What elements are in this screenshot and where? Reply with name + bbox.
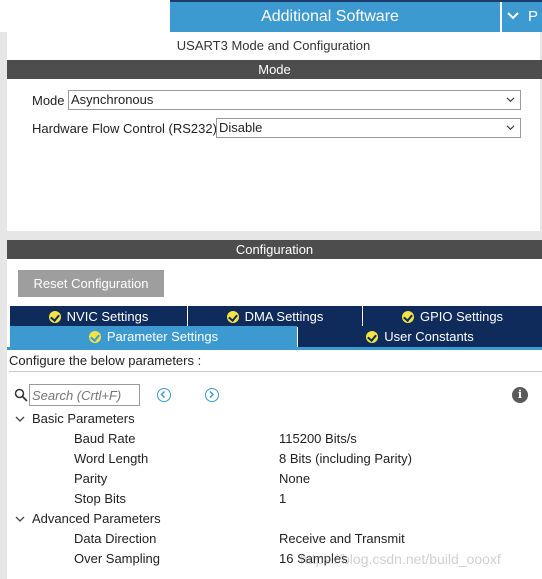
parameter-value[interactable]: 8 Bits (including Parity) [279, 449, 412, 469]
parameter-value[interactable]: 115200 Bits/s [279, 429, 357, 449]
tab-label: DMA Settings [244, 309, 324, 324]
table-row[interactable]: Parity None [0, 469, 542, 489]
tab-user-constants[interactable]: User Constants [298, 326, 542, 347]
group-label: Basic Parameters [32, 411, 135, 426]
tab-label: Parameter Settings [106, 329, 219, 344]
tab-label: NVIC Settings [66, 309, 149, 324]
parameter-value[interactable]: Receive and Transmit [279, 529, 405, 549]
configure-instructions: Configure the below parameters : [9, 352, 542, 372]
parameter-name: Baud Rate [74, 431, 136, 446]
flow-control-select[interactable]: Disable [216, 118, 521, 138]
additional-software-title[interactable]: Additional Software [170, 2, 490, 32]
parameter-value[interactable]: 1 [279, 489, 286, 509]
check-icon [48, 311, 61, 323]
advanced-parameters-group[interactable]: Advanced Parameters [0, 509, 542, 529]
group-label: Advanced Parameters [32, 511, 161, 526]
table-row[interactable]: Word Length 8 Bits (including Parity) [0, 449, 542, 469]
tab-parameter-settings[interactable]: Parameter Settings [10, 326, 297, 347]
top-header: Additional Software P [0, 0, 542, 32]
mode-select[interactable]: Asynchronous [68, 90, 521, 110]
peripheral-mode-title: USART3 Mode and Configuration [176, 38, 371, 53]
mode-section-bar[interactable]: Mode [7, 60, 542, 79]
table-row[interactable]: Stop Bits 1 [0, 489, 542, 509]
table-row[interactable]: Baud Rate 115200 Bits/s [0, 429, 542, 449]
configuration-section-bar[interactable]: Configuration [7, 240, 542, 259]
check-icon [88, 331, 101, 343]
parameter-name: Word Length [74, 451, 149, 466]
flow-control-value: Disable [219, 120, 263, 135]
tab-nvic-settings[interactable]: NVIC Settings [10, 306, 187, 327]
section-divider [7, 231, 542, 240]
chevron-down-icon[interactable] [507, 2, 519, 32]
chevron-down-icon [506, 125, 515, 131]
parameter-value[interactable]: None [279, 469, 310, 489]
search-previous-button[interactable] [157, 388, 171, 402]
parameter-name: Parity [74, 471, 108, 486]
mode-label: Mode [32, 93, 65, 108]
search-next-button[interactable] [205, 388, 219, 402]
pinout-label[interactable]: P [528, 2, 538, 32]
chevron-right-icon [209, 390, 215, 399]
tab-dma-settings[interactable]: DMA Settings [188, 306, 362, 327]
basic-parameters-group[interactable]: Basic Parameters [0, 409, 542, 429]
info-icon[interactable]: i [512, 387, 528, 403]
tab-label: User Constants [384, 329, 474, 344]
chevron-left-icon [160, 390, 166, 399]
table-row[interactable]: Data Direction Receive and Transmit [0, 529, 542, 549]
search-input[interactable] [29, 384, 140, 406]
check-icon [226, 311, 239, 323]
watermark: https://blog.csdn.net/build_oooxf [300, 551, 501, 567]
reset-configuration-button[interactable]: Reset Configuration [18, 270, 164, 297]
search-icon[interactable] [14, 388, 28, 402]
parameter-name: Data Direction [74, 531, 157, 546]
tab-label: GPIO Settings [419, 309, 504, 324]
mode-select-value: Asynchronous [71, 92, 154, 107]
parameter-name: Over Sampling [74, 551, 160, 566]
flow-control-label: Hardware Flow Control (RS232) [32, 121, 217, 136]
check-icon [401, 311, 414, 323]
chevron-down-icon [506, 97, 515, 103]
chevron-down-icon[interactable] [15, 514, 25, 524]
parameter-name: Stop Bits [74, 491, 127, 506]
tab-underline [7, 347, 542, 350]
check-icon [366, 331, 379, 343]
chevron-down-icon[interactable] [15, 414, 25, 424]
tab-gpio-settings[interactable]: GPIO Settings [363, 306, 542, 327]
